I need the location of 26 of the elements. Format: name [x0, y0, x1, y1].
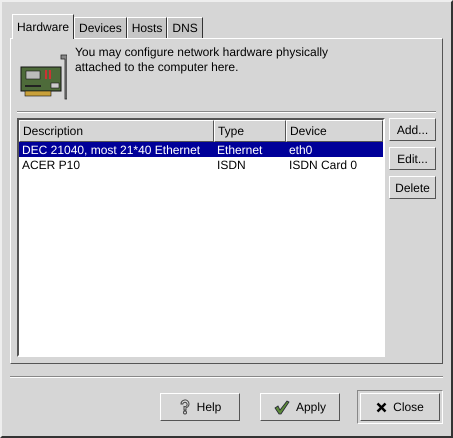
table-cell-text: ACER P10	[21, 156, 82, 174]
side-button[interactable]: Edit...	[389, 147, 436, 170]
question-icon	[178, 399, 191, 415]
tab[interactable]: Devices	[74, 17, 127, 38]
table-cell-text: DEC 21040, most 21*40 Ethernet	[21, 142, 202, 158]
intro-text: You may configure network hardware physically attached to the computer here.	[75, 45, 330, 75]
table-row[interactable]: DEC 21040, most 21*40 Ethernet Ethernet eth0	[19, 142, 383, 157]
side-button[interactable]: Add...	[389, 118, 436, 141]
table-row[interactable]: ACER P10 ISDN ISDN Card 0	[19, 157, 383, 172]
close-button[interactable]: Close	[357, 390, 443, 424]
table-cell-text: ISDN Card 0	[288, 156, 358, 174]
table-cell-text: eth0	[288, 142, 314, 158]
column-header[interactable]: Type	[214, 120, 286, 142]
apply-button[interactable]: Apply	[257, 390, 343, 424]
side-button[interactable]: Delete	[389, 176, 436, 199]
column-header[interactable]: Description	[19, 120, 214, 142]
checkmark-icon	[274, 400, 290, 414]
close-icon	[376, 402, 388, 412]
network-card-icon	[19, 53, 67, 101]
column-header[interactable]: Device	[286, 120, 383, 142]
tab[interactable]: Hardware	[12, 14, 74, 39]
help-button[interactable]: Help	[157, 390, 243, 424]
tab[interactable]: DNS	[167, 17, 203, 38]
table-cell-text: ISDN	[216, 156, 247, 174]
tab[interactable]: Hosts	[126, 17, 168, 38]
table-cell-text: Ethernet	[216, 142, 264, 158]
